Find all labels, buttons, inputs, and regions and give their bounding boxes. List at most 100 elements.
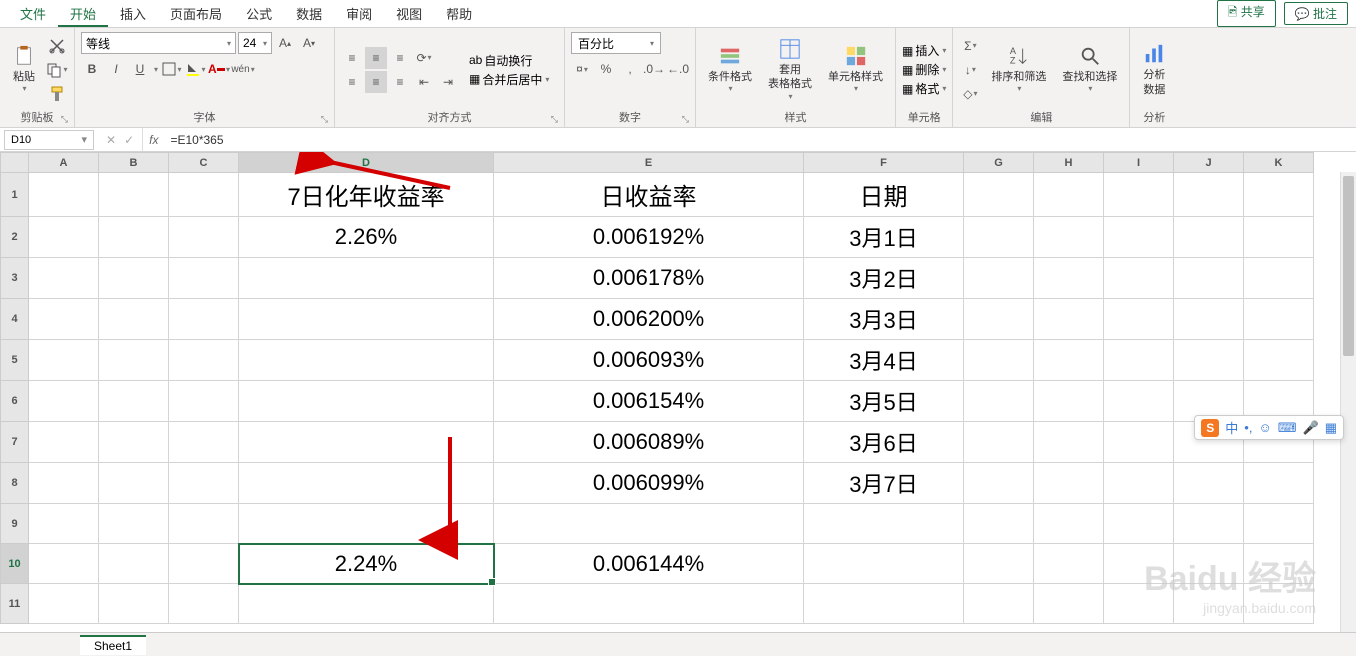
- cell-J10[interactable]: [1174, 544, 1244, 584]
- share-button[interactable]: 🖻 共享: [1217, 0, 1276, 27]
- cell-E1[interactable]: 日收益率: [494, 173, 804, 217]
- cell-B8[interactable]: [99, 463, 169, 504]
- fill-color-button[interactable]: ▾: [184, 58, 206, 80]
- col-header-C[interactable]: C: [169, 153, 239, 173]
- cell-J4[interactable]: [1174, 299, 1244, 340]
- increase-decimal-button[interactable]: .0→: [643, 58, 665, 80]
- table-format-button[interactable]: 套用 表格格式▾: [762, 35, 818, 104]
- cell-B1[interactable]: [99, 173, 169, 217]
- cell-J2[interactable]: [1174, 217, 1244, 258]
- cell-B10[interactable]: [99, 544, 169, 584]
- cell-K8[interactable]: [1244, 463, 1314, 504]
- number-launcher-icon[interactable]: ⤡: [682, 114, 689, 125]
- cell-K10[interactable]: [1244, 544, 1314, 584]
- decrease-font-button[interactable]: A▾: [298, 32, 320, 54]
- cell-C1[interactable]: [169, 173, 239, 217]
- cell-F2[interactable]: 3月1日: [804, 217, 964, 258]
- cell-E3[interactable]: 0.006178%: [494, 258, 804, 299]
- clipboard-launcher-icon[interactable]: ⤡: [61, 114, 68, 125]
- cell-H10[interactable]: [1034, 544, 1104, 584]
- cell-H4[interactable]: [1034, 299, 1104, 340]
- cancel-formula-icon[interactable]: ✕: [106, 133, 116, 147]
- cell-I11[interactable]: [1104, 584, 1174, 624]
- cell-D3[interactable]: [239, 258, 494, 299]
- cell-F5[interactable]: 3月4日: [804, 340, 964, 381]
- cell-F6[interactable]: 3月5日: [804, 381, 964, 422]
- name-box[interactable]: D10▾: [4, 130, 94, 150]
- col-header-E[interactable]: E: [494, 153, 804, 173]
- cell-G8[interactable]: [964, 463, 1034, 504]
- cell-C5[interactable]: [169, 340, 239, 381]
- ime-menu-icon[interactable]: ▦: [1325, 420, 1337, 436]
- align-bottom-button[interactable]: ≡: [389, 47, 411, 69]
- cell-F11[interactable]: [804, 584, 964, 624]
- cell-C6[interactable]: [169, 381, 239, 422]
- cell-I6[interactable]: [1104, 381, 1174, 422]
- col-header-D[interactable]: D: [239, 153, 494, 173]
- cell-G1[interactable]: [964, 173, 1034, 217]
- cell-K11[interactable]: [1244, 584, 1314, 624]
- align-right-button[interactable]: ≡: [389, 71, 411, 93]
- fx-icon[interactable]: fx: [143, 133, 164, 147]
- cell-J8[interactable]: [1174, 463, 1244, 504]
- cell-G5[interactable]: [964, 340, 1034, 381]
- confirm-formula-icon[interactable]: ✓: [124, 133, 134, 147]
- cell-H6[interactable]: [1034, 381, 1104, 422]
- cell-F8[interactable]: 3月7日: [804, 463, 964, 504]
- cell-G3[interactable]: [964, 258, 1034, 299]
- cell-D6[interactable]: [239, 381, 494, 422]
- cell-C2[interactable]: [169, 217, 239, 258]
- cell-A8[interactable]: [29, 463, 99, 504]
- align-center-button[interactable]: ≡: [365, 71, 387, 93]
- cell-H7[interactable]: [1034, 422, 1104, 463]
- spreadsheet-grid[interactable]: ABCDEFGHIJK17日化年收益率日收益率日期22.26%0.006192%…: [0, 152, 1356, 656]
- tab-page-layout[interactable]: 页面布局: [158, 0, 234, 27]
- cell-G6[interactable]: [964, 381, 1034, 422]
- cell-B7[interactable]: [99, 422, 169, 463]
- format-painter-button[interactable]: [46, 83, 68, 105]
- cell-D1[interactable]: 7日化年收益率: [239, 173, 494, 217]
- cell-E4[interactable]: 0.006200%: [494, 299, 804, 340]
- cell-F7[interactable]: 3月6日: [804, 422, 964, 463]
- cell-F1[interactable]: 日期: [804, 173, 964, 217]
- cell-J11[interactable]: [1174, 584, 1244, 624]
- tab-view[interactable]: 视图: [384, 0, 434, 27]
- cell-A11[interactable]: [29, 584, 99, 624]
- cell-H1[interactable]: [1034, 173, 1104, 217]
- sheet-tab-1[interactable]: Sheet1: [80, 635, 146, 655]
- cell-H11[interactable]: [1034, 584, 1104, 624]
- cell-H8[interactable]: [1034, 463, 1104, 504]
- row-header-1[interactable]: 1: [1, 173, 29, 217]
- row-header-4[interactable]: 4: [1, 299, 29, 340]
- cell-H3[interactable]: [1034, 258, 1104, 299]
- font-color-button[interactable]: A▾: [208, 58, 230, 80]
- row-header-2[interactable]: 2: [1, 217, 29, 258]
- col-header-H[interactable]: H: [1034, 153, 1104, 173]
- cell-D10[interactable]: 2.24%: [239, 544, 494, 584]
- cell-B11[interactable]: [99, 584, 169, 624]
- tab-review[interactable]: 审阅: [334, 0, 384, 27]
- cell-F9[interactable]: [804, 504, 964, 544]
- cell-G4[interactable]: [964, 299, 1034, 340]
- select-all-corner[interactable]: [1, 153, 29, 173]
- cell-E8[interactable]: 0.006099%: [494, 463, 804, 504]
- indent-inc-button[interactable]: ⇥: [437, 71, 459, 93]
- cell-E2[interactable]: 0.006192%: [494, 217, 804, 258]
- cell-I10[interactable]: [1104, 544, 1174, 584]
- comma-button[interactable]: ,: [619, 58, 641, 80]
- cell-A10[interactable]: [29, 544, 99, 584]
- cell-H2[interactable]: [1034, 217, 1104, 258]
- clear-button[interactable]: ◇▾: [959, 83, 981, 105]
- cell-E7[interactable]: 0.006089%: [494, 422, 804, 463]
- cell-J5[interactable]: [1174, 340, 1244, 381]
- cell-C8[interactable]: [169, 463, 239, 504]
- cell-F4[interactable]: 3月3日: [804, 299, 964, 340]
- cell-I5[interactable]: [1104, 340, 1174, 381]
- cell-C3[interactable]: [169, 258, 239, 299]
- cell-I1[interactable]: [1104, 173, 1174, 217]
- cell-J3[interactable]: [1174, 258, 1244, 299]
- cell-I3[interactable]: [1104, 258, 1174, 299]
- alignment-launcher-icon[interactable]: ⤡: [551, 114, 558, 125]
- number-format-select[interactable]: 百分比▾: [571, 32, 661, 54]
- italic-button[interactable]: I: [105, 58, 127, 80]
